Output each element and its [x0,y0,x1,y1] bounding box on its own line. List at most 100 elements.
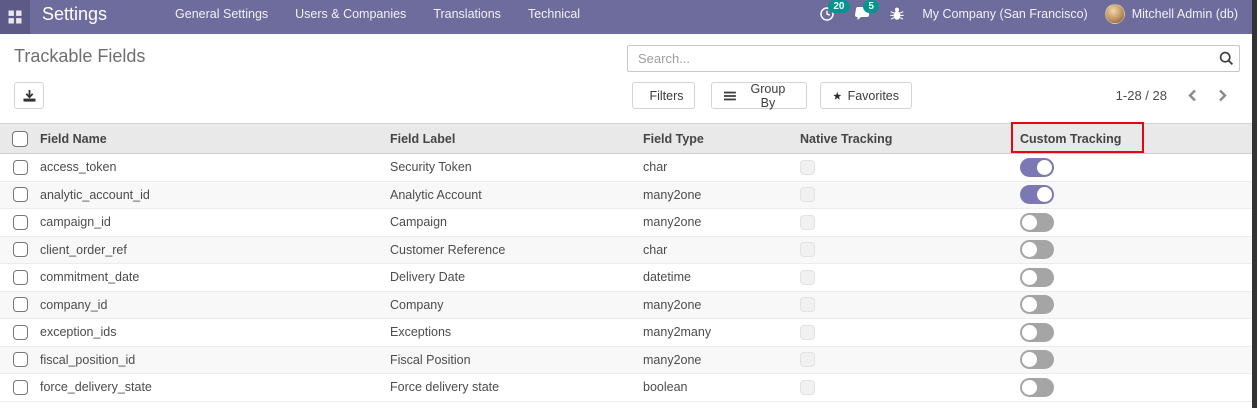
filters-button[interactable]: Filters [632,82,695,109]
company-switcher[interactable]: My Company (San Francisco) [922,7,1087,21]
custom-tracking-toggle[interactable] [1020,158,1054,177]
star-icon [833,90,842,102]
custom-tracking-toggle[interactable] [1020,213,1054,232]
pager: 1-28 / 28 [1116,82,1233,109]
user-name: Mitchell Admin (db) [1132,7,1238,21]
field-type-cell: boolean [643,380,688,394]
custom-tracking-toggle[interactable] [1020,350,1054,369]
toggle-knob [1022,352,1037,367]
column-header-native-tracking[interactable]: Native Tracking [800,124,1020,154]
toggle-knob [1022,297,1037,312]
search-input[interactable] [628,51,1213,66]
field-name-cell: commitment_date [40,270,139,284]
pager-previous-button[interactable] [1181,85,1203,107]
custom-tracking-toggle[interactable] [1020,185,1054,204]
navbar-menu-item-users-companies[interactable]: Users & Companies [295,7,406,21]
row-select-checkbox[interactable] [13,215,28,230]
row-select-checkbox[interactable] [13,270,28,285]
download-icon [22,89,37,103]
favorites-button[interactable]: Favorites [820,82,912,109]
native-tracking-checkbox [800,160,815,175]
field-type-cell: many2one [643,353,701,367]
field-name-cell: company_id [40,298,107,312]
select-all-checkbox[interactable] [12,131,28,147]
column-header-custom-tracking[interactable]: Custom Tracking [1020,124,1252,154]
table-row-partial[interactable] [0,401,1252,408]
field-label-cell: Delivery Date [390,270,465,284]
table-row[interactable]: analytic_account_idAnalytic Accountmany2… [0,181,1252,209]
custom-tracking-toggle[interactable] [1020,323,1054,342]
search-bar [627,45,1240,72]
group-by-label: Group By [742,82,794,110]
navbar-menu-item-technical[interactable]: Technical [528,7,580,21]
activities-badge[interactable]: 20 [828,0,849,13]
native-tracking-checkbox [800,325,815,340]
field-label-cell: Analytic Account [390,188,482,202]
navbar-menu-item-general-settings[interactable]: General Settings [175,7,268,21]
pager-value[interactable]: 1-28 / 28 [1116,88,1167,103]
table-row[interactable]: access_tokenSecurity Tokenchar [0,154,1252,182]
top-navbar: Settings General Settings Users & Compani… [0,0,1252,34]
messages-badge[interactable]: 5 [863,0,879,13]
field-name-cell: exception_ids [40,325,116,339]
native-tracking-checkbox [800,270,815,285]
table-row[interactable]: commitment_date Delivery Date datetime [0,264,1252,292]
toggle-knob [1022,215,1037,230]
row-select-checkbox[interactable] [13,352,28,367]
native-tracking-checkbox [800,215,815,230]
toggle-knob [1022,325,1037,340]
custom-tracking-toggle[interactable] [1020,268,1054,287]
search-icon [1219,51,1234,66]
field-label-cell: Fiscal Position [390,353,471,367]
row-select-checkbox[interactable] [13,380,28,395]
custom-tracking-toggle[interactable] [1020,240,1054,259]
apps-menu-button[interactable] [0,0,30,34]
native-tracking-checkbox [800,380,815,395]
field-label-cell: Campaign [390,215,447,229]
field-label-cell: Exceptions [390,325,451,339]
field-type-cell: datetime [643,270,691,284]
toggle-knob [1022,380,1037,395]
row-select-checkbox[interactable] [13,160,28,175]
app-title[interactable]: Settings [42,4,107,25]
export-button[interactable] [14,82,44,109]
native-tracking-checkbox [800,352,815,367]
table-row[interactable]: company_idCompanymany2one [0,291,1252,319]
page-title: Trackable Fields [14,46,145,67]
field-type-cell: many2one [643,188,701,202]
row-select-checkbox[interactable] [13,242,28,257]
screen-edge-strip [1252,0,1257,408]
pager-next-button[interactable] [1211,85,1233,107]
custom-tracking-toggle[interactable] [1020,378,1054,397]
navbar-menu-item-translations[interactable]: Translations [433,7,501,21]
field-name-cell: fiscal_position_id [40,353,135,367]
column-header-field-name[interactable]: Field Name [40,124,390,154]
messages-menu-button[interactable]: 5 [854,5,872,23]
field-type-cell: char [643,160,667,174]
custom-tracking-toggle[interactable] [1020,295,1054,314]
row-select-checkbox[interactable] [13,297,28,312]
activities-menu-button[interactable]: 20 [819,5,837,23]
odoo-window: Settings General Settings Users & Compani… [0,0,1257,408]
table-row[interactable]: campaign_idCampaignmany2one [0,209,1252,237]
table-row[interactable]: client_order_refCustomer Referencechar [0,236,1252,264]
column-header-field-label[interactable]: Field Label [390,124,643,154]
search-submit[interactable] [1213,51,1239,66]
table-row[interactable]: exception_ids Exceptions many2many [0,319,1252,347]
row-select-checkbox[interactable] [13,325,28,340]
table-row[interactable]: force_delivery_stateForce delivery state… [0,374,1252,402]
table-row[interactable]: fiscal_position_id Fiscal Position many2on… [0,346,1252,374]
chevron-right-icon [1218,89,1227,102]
field-name-cell: force_delivery_state [40,380,152,394]
user-menu[interactable]: Mitchell Admin (db) [1105,4,1238,24]
column-header-field-type[interactable]: Field Type [643,124,800,154]
table-body: access_tokenSecurity Tokencharanalytic_a… [0,154,1252,408]
row-select-checkbox[interactable] [13,187,28,202]
group-by-button[interactable]: Group By [711,82,807,109]
native-tracking-checkbox [800,187,815,202]
field-label-cell: Security Token [390,160,472,174]
field-label-cell: Customer Reference [390,243,505,257]
native-tracking-checkbox [800,297,815,312]
field-type-cell: many2many [643,325,711,339]
debug-menu-button[interactable] [889,6,905,22]
